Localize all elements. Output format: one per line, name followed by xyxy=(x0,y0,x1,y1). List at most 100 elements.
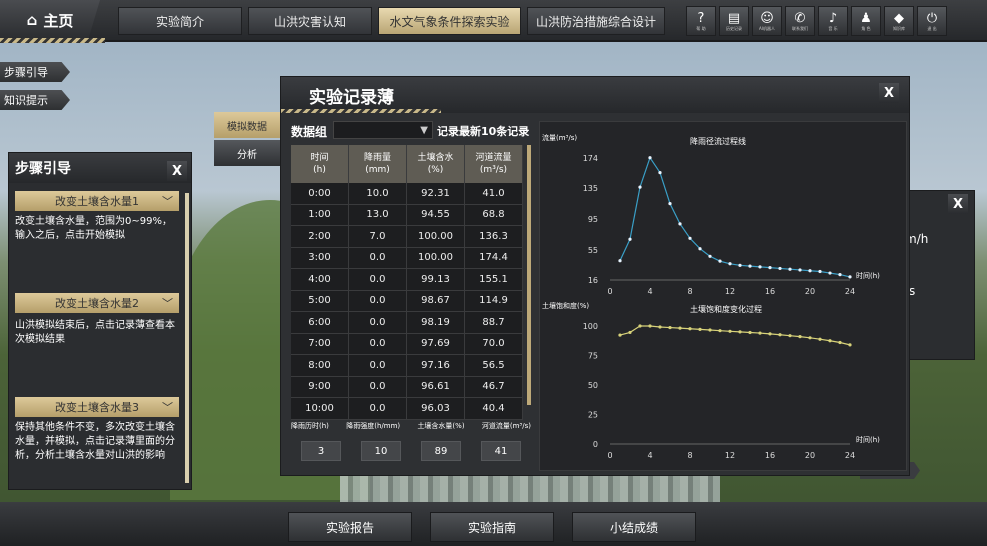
contact-icon: ✆ xyxy=(794,10,806,26)
data-point xyxy=(648,156,652,160)
table-row: 6:00 0.0 98.19 88.7 xyxy=(291,312,523,334)
knowledge-tips-button[interactable]: 知识提示 xyxy=(0,90,70,110)
tab-disaster-awareness[interactable]: 山洪灾害认知 xyxy=(248,7,372,35)
icon-label: 历史记录 xyxy=(726,25,742,31)
decor-stripe xyxy=(281,109,441,113)
step-guide-panel: 步骤引导 X 改变土壤含水量1 ﹀ 改变土壤含水量，范围为0~99%，输入之后，点… xyxy=(8,152,192,490)
y-tick-label: 100 xyxy=(583,322,598,331)
home-button[interactable]: ⌂ 主页 xyxy=(0,0,100,40)
table-cell: 174.4 xyxy=(465,247,523,268)
summary-value-intensity: 10 xyxy=(361,441,401,461)
data-point xyxy=(818,269,822,274)
x-tick-label: 0 xyxy=(607,287,612,296)
step-1-header[interactable]: 改变土壤含水量1 ﹀ xyxy=(15,191,179,211)
data-point xyxy=(778,266,782,271)
step-panel-title: 步骤引导 xyxy=(9,153,191,183)
x-tick-label: 0 xyxy=(607,451,612,460)
table-scrollbar[interactable] xyxy=(527,145,531,405)
chevron-down-icon: ﹀ xyxy=(162,401,173,414)
data-point xyxy=(768,332,772,336)
record-side-tabs: 模拟数据 分析 xyxy=(214,112,280,168)
data-point xyxy=(808,269,812,273)
data-point xyxy=(848,275,852,279)
summary-score-button[interactable]: 小结成绩 xyxy=(572,512,696,542)
tab-simulation-data[interactable]: 模拟数据 xyxy=(214,112,280,138)
y-tick-label: 135 xyxy=(583,184,598,193)
x-tick-label: 12 xyxy=(725,287,735,296)
record-book-panel: 实验记录薄 X 数据组 ▼ 记录最新10条记录 时间 (h) 降雨量 (mm) … xyxy=(280,76,910,476)
contact-button[interactable]: ✆ 联系我们 xyxy=(785,6,815,36)
col-flow-header: 河道流量 (m³/s) xyxy=(465,145,523,183)
table-cell: 13.0 xyxy=(349,204,407,225)
data-point xyxy=(798,335,802,339)
record-title: 实验记录薄 xyxy=(309,88,394,108)
knowledge-button[interactable]: ◆ 知识库 xyxy=(884,6,914,36)
right-panel xyxy=(905,190,975,360)
summary-label-soil: 土壤含水量(%) xyxy=(417,422,465,430)
table-cell: 0.0 xyxy=(349,376,407,397)
table-cell: 40.4 xyxy=(465,398,523,419)
help-button[interactable]: ? 帮 助 xyxy=(686,6,716,36)
icon-label: 联系我们 xyxy=(792,25,808,31)
table-row: 8:00 0.0 97.16 56.5 xyxy=(291,355,523,377)
user-icon: ♟ xyxy=(860,10,872,26)
table-cell: 8:00 xyxy=(291,355,349,376)
table-cell: 99.13 xyxy=(407,269,465,290)
guide-button[interactable]: 实验指南 xyxy=(430,512,554,542)
x-tick-label: 8 xyxy=(687,287,692,296)
step-3-header[interactable]: 改变土壤含水量3 ﹀ xyxy=(15,397,179,417)
table-row: 1:00 13.0 94.55 68.8 xyxy=(291,204,523,226)
tab-intro[interactable]: 实验简介 xyxy=(118,7,242,35)
icon-label: AI机器人 xyxy=(759,25,775,31)
tab-hydro-experiment[interactable]: 水文气象条件探索实验 xyxy=(378,7,521,35)
y-axis-label: 流量(m³/s) xyxy=(542,133,577,142)
robot-icon: ☺ xyxy=(760,10,774,26)
table-cell: 0.0 xyxy=(349,355,407,376)
x-tick-label: 20 xyxy=(805,451,815,460)
table-cell: 46.7 xyxy=(465,376,523,397)
report-button[interactable]: 实验报告 xyxy=(288,512,412,542)
step-2-header[interactable]: 改变土壤含水量2 ﹀ xyxy=(15,293,179,313)
y-tick-label: 0 xyxy=(593,440,598,449)
data-point xyxy=(738,330,742,334)
x-axis-label: 时间(h) xyxy=(856,271,880,280)
table-cell: 0.0 xyxy=(349,398,407,419)
tab-prevention-design[interactable]: 山洪防治措施综合设计 xyxy=(527,7,665,35)
x-tick-label: 8 xyxy=(687,451,692,460)
data-point xyxy=(838,340,842,345)
data-group-select[interactable]: ▼ xyxy=(333,121,433,139)
table-cell: 98.19 xyxy=(407,312,465,333)
table-cell: 94.55 xyxy=(407,204,465,225)
data-group-label: 数据组 xyxy=(291,125,328,139)
chart-title: 降雨径流过程线 xyxy=(690,136,746,146)
y-tick-label: 50 xyxy=(588,381,598,390)
chevron-down-icon: ﹀ xyxy=(162,297,173,310)
data-point xyxy=(788,267,792,271)
step-guide-button[interactable]: 步骤引导 xyxy=(0,62,70,82)
table-cell: 7.0 xyxy=(349,226,407,247)
data-point xyxy=(748,264,752,268)
step-2-text: 山洪模拟结束后，点击记录薄查看本次模拟结果 xyxy=(15,320,175,345)
data-point xyxy=(678,222,682,226)
tab-analysis[interactable]: 分析 xyxy=(214,140,280,166)
history-button[interactable]: ▤ 历史记录 xyxy=(719,6,749,36)
record-close-button[interactable]: X xyxy=(879,83,899,103)
data-point xyxy=(648,324,652,328)
user-button[interactable]: ♟ 角 色 xyxy=(851,6,881,36)
series-line xyxy=(619,156,851,278)
home-label: 主页 xyxy=(43,11,74,30)
power-button[interactable]: ⏻ 退 出 xyxy=(917,6,947,36)
col-soil-water-header: 土壤含水 (%) xyxy=(407,145,465,183)
music-button[interactable]: ♪ 音 乐 xyxy=(818,6,848,36)
right-panel-close-button[interactable]: X xyxy=(948,194,968,214)
x-tick-label: 4 xyxy=(647,287,652,296)
robot-button[interactable]: ☺ AI机器人 xyxy=(752,6,782,36)
step-panel-close-button[interactable]: X xyxy=(167,161,187,181)
icon-label: 角 色 xyxy=(861,25,871,31)
decor-stripe xyxy=(0,38,105,43)
step-panel-scrollbar[interactable] xyxy=(185,193,189,483)
data-point xyxy=(658,170,662,175)
table-row: 3:00 0.0 100.00 174.4 xyxy=(291,247,523,269)
table-cell: 92.31 xyxy=(407,183,465,204)
table-cell: 96.03 xyxy=(407,398,465,419)
